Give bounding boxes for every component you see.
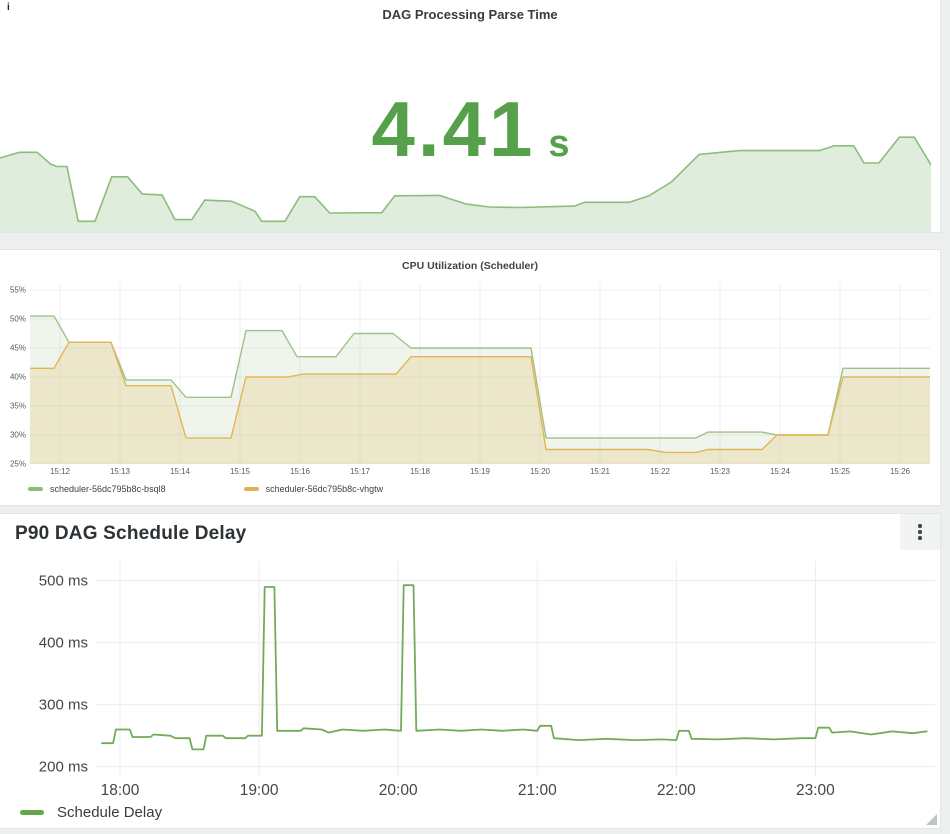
x-tick-label: 15:23 xyxy=(710,467,730,476)
delay-chart xyxy=(95,561,935,776)
y-tick-label: 200 ms xyxy=(39,758,88,775)
x-tick-label: 15:18 xyxy=(410,467,430,476)
y-tick-label: 400 ms xyxy=(39,634,88,651)
x-tick-label: 15:19 xyxy=(470,467,490,476)
schedule_delay-svg xyxy=(95,561,935,776)
x-tick-label: 15:17 xyxy=(350,467,370,476)
x-tick-label: 22:00 xyxy=(657,782,696,800)
series-swatch-icon xyxy=(20,810,44,815)
panel-schedule-delay: P90 DAG Schedule Delay 200 ms 300 ms 400 m… xyxy=(0,513,941,829)
delay-legend-item[interactable]: Schedule Delay xyxy=(20,804,162,821)
x-tick-label: 15:16 xyxy=(290,467,310,476)
y-tick-label: 25% xyxy=(10,460,26,469)
stat-unit: s xyxy=(548,123,569,165)
delay-y-axis: 200 ms 300 ms 400 ms 500 ms xyxy=(16,561,88,776)
cpu-x-axis: 15:12 15:13 15:14 15:15 15:16 15:17 15:18 15:19… xyxy=(30,467,930,479)
delay-x-axis: 18:00 19:00 20:00 21:00 22:00 23:00 xyxy=(95,782,935,802)
y-tick-label: 50% xyxy=(10,315,26,324)
x-tick-label: 19:00 xyxy=(240,782,279,800)
series-swatch-icon xyxy=(244,487,259,491)
x-tick-label: 18:00 xyxy=(101,782,140,800)
x-tick-label: 15:21 xyxy=(590,467,610,476)
panel-cpu-utilization: CPU Utilization (Scheduler) 25% 30% 35% 40%… xyxy=(0,249,941,506)
cpu-chart xyxy=(30,283,930,464)
legend-label: Schedule Delay xyxy=(57,804,162,821)
x-tick-label: 15:26 xyxy=(890,467,910,476)
y-tick-label: 40% xyxy=(10,373,26,382)
x-tick-label: 15:25 xyxy=(830,467,850,476)
dashboard: { "page": {"background": "#edefef"}, "pa… xyxy=(0,0,950,834)
panel-menu-button[interactable] xyxy=(900,514,940,550)
legend-item-bsql8[interactable]: scheduler-56dc795b8c-bsql8 xyxy=(28,484,166,494)
x-tick-label: 15:24 xyxy=(770,467,790,476)
panel-title: DAG Processing Parse Time xyxy=(0,0,940,22)
x-tick-label: 15:22 xyxy=(650,467,670,476)
panel-title: CPU Utilization (Scheduler) xyxy=(0,250,940,272)
x-tick-label: 15:14 xyxy=(170,467,190,476)
y-tick-label: 55% xyxy=(10,286,26,295)
cpu-y-axis: 25%30%35%40%45%50%55% xyxy=(2,283,26,464)
legend-label: scheduler-56dc795b8c-vhgtw xyxy=(266,484,384,494)
y-tick-label: 300 ms xyxy=(39,696,88,713)
legend-label: scheduler-56dc795b8c-bsql8 xyxy=(50,484,166,494)
stat-display: 4.41s xyxy=(0,90,941,168)
x-tick-label: 20:00 xyxy=(379,782,418,800)
info-icon[interactable]: i xyxy=(7,2,10,14)
panel-parse-time: i DAG Processing Parse Time 4.41s xyxy=(0,0,941,233)
y-tick-label: 500 ms xyxy=(39,572,88,589)
cpu_utilization-svg xyxy=(30,283,930,464)
y-tick-label: 35% xyxy=(10,402,26,411)
x-tick-label: 15:20 xyxy=(530,467,550,476)
x-tick-label: 23:00 xyxy=(796,782,835,800)
y-tick-label: 45% xyxy=(10,344,26,353)
cpu-legend: scheduler-56dc795b8c-bsql8 scheduler-56d… xyxy=(28,484,383,494)
y-tick-label: 30% xyxy=(10,431,26,440)
kebab-menu-icon xyxy=(918,524,922,540)
x-tick-label: 15:13 xyxy=(110,467,130,476)
panel-title: P90 DAG Schedule Delay xyxy=(15,523,246,545)
legend-item-vhgtw[interactable]: scheduler-56dc795b8c-vhgtw xyxy=(244,484,384,494)
panel-resize-handle[interactable] xyxy=(926,814,937,825)
x-tick-label: 15:15 xyxy=(230,467,250,476)
stat-value: 4.41 xyxy=(372,85,536,173)
x-tick-label: 15:12 xyxy=(50,467,70,476)
x-tick-label: 21:00 xyxy=(518,782,557,800)
series-swatch-icon xyxy=(28,487,43,491)
